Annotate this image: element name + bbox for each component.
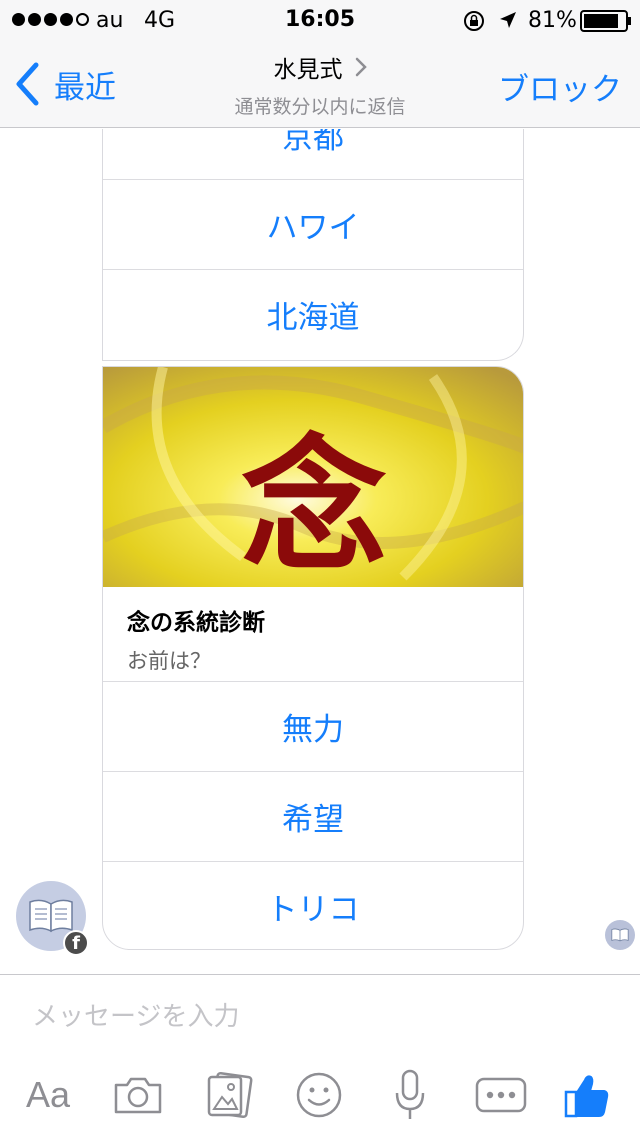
photo-icon — [207, 1071, 253, 1119]
more-button[interactable] — [474, 1067, 528, 1123]
camera-button[interactable] — [110, 1067, 166, 1123]
conversation-title[interactable]: 水見式 通常数分以内に返信 — [170, 50, 470, 119]
read-receipt-avatar — [605, 920, 635, 950]
text-format-button[interactable]: Aa — [18, 1067, 78, 1123]
quick-reply-button[interactable]: ハワイ — [103, 179, 523, 269]
postback-button[interactable]: 無力 — [103, 681, 523, 771]
message-input[interactable] — [32, 997, 612, 1037]
quick-reply-button[interactable]: 京都 — [103, 129, 523, 179]
card-text-area: 念の系統診断 お前は？ — [103, 587, 523, 681]
battery-icon — [580, 10, 631, 32]
postback-button[interactable]: トリコ — [103, 861, 523, 949]
quick-reply-card: 京都 ハワイ 北海道 — [102, 129, 524, 361]
postback-button[interactable]: 希望 — [103, 771, 523, 861]
microphone-icon — [395, 1069, 425, 1119]
status-bar: au 4G 16:05 81% — [0, 0, 640, 40]
message-thread[interactable]: 京都 ハワイ 北海道 念 念の系統診断 お前は？ 無力 希望 トリコ f — [0, 129, 640, 974]
image-kanji: 念 — [241, 422, 387, 587]
book-icon — [29, 899, 73, 933]
facebook-icon: f — [63, 930, 89, 956]
camera-icon — [114, 1077, 162, 1114]
like-button[interactable] — [562, 1067, 612, 1123]
quick-reply-button[interactable]: 北海道 — [103, 269, 523, 359]
photo-button[interactable] — [204, 1067, 254, 1123]
back-button[interactable]: 最近 — [14, 60, 116, 108]
page-title: 水見式 — [273, 57, 343, 83]
location-arrow-icon — [500, 12, 516, 28]
generic-template-card: 念 念の系統診断 お前は？ 無力 希望 トリコ — [102, 366, 524, 950]
back-label: 最近 — [54, 69, 116, 106]
card-subtitle: お前は？ — [127, 649, 211, 673]
composer: Aa — [0, 974, 640, 1136]
card-title: 念の系統診断 — [127, 610, 265, 636]
emoji-button[interactable] — [294, 1067, 344, 1123]
card-image[interactable]: 念 — [103, 367, 524, 587]
voice-button[interactable] — [392, 1067, 428, 1123]
rotation-lock-icon — [464, 11, 484, 31]
composer-toolbar: Aa — [0, 1067, 640, 1127]
book-icon — [611, 928, 629, 942]
battery-percent: 81% — [528, 8, 577, 33]
header: au 4G 16:05 81% 最近 水見式 通常数分以内に返信 ブロック — [0, 0, 640, 128]
response-time-subtitle: 通常数分以内に返信 — [234, 96, 406, 118]
block-button[interactable]: ブロック — [498, 64, 622, 109]
emoji-icon — [296, 1072, 342, 1118]
back-chevron-icon — [16, 62, 39, 106]
chevron-right-icon — [355, 57, 367, 77]
like-icon — [564, 1075, 609, 1118]
more-icon — [475, 1077, 527, 1113]
